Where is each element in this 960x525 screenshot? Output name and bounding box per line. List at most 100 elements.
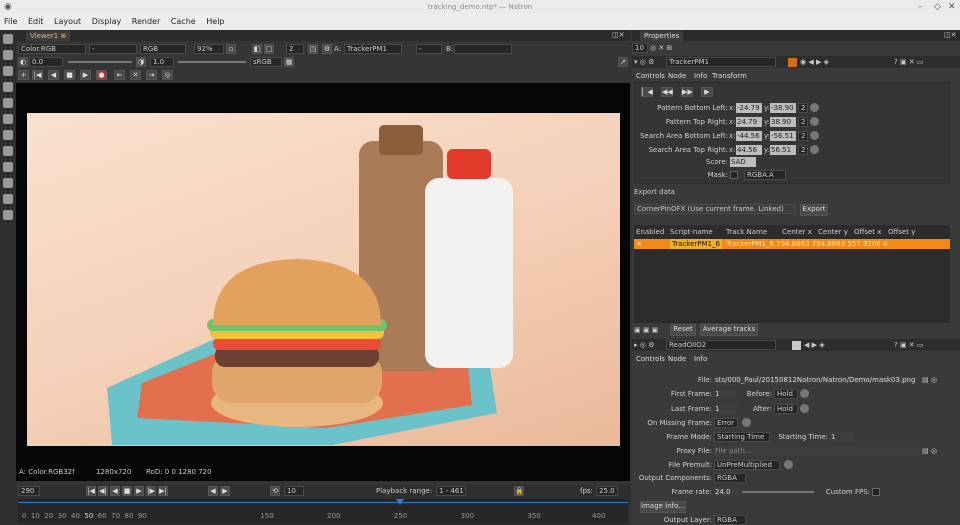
node-toggle-icons[interactable]: ▾ ◎ ⚙ xyxy=(634,57,654,67)
pattern-tr-anim-icon[interactable] xyxy=(810,117,819,126)
menu-file[interactable]: File xyxy=(0,14,21,30)
tab-read-controls[interactable]: Controls xyxy=(634,354,667,365)
tab-tracker-transform[interactable]: Transform xyxy=(710,71,749,82)
gamma-field[interactable]: 1.0 xyxy=(150,57,174,67)
tab-tracker-info[interactable]: Info xyxy=(692,71,710,82)
score-select[interactable]: SAD xyxy=(730,157,756,167)
minimize-icon[interactable]: – xyxy=(918,0,923,14)
plugin-tool-icon[interactable] xyxy=(3,210,13,220)
premult-anim-icon[interactable] xyxy=(784,460,793,469)
zoom-select[interactable]: 92% xyxy=(194,44,224,54)
tab-properties[interactable]: Properties xyxy=(640,31,684,41)
pattern-bl-dim[interactable]: 2 xyxy=(798,103,808,113)
first-frame-icon[interactable]: |◀ xyxy=(86,486,96,496)
starting-time-field[interactable]: 1 xyxy=(830,432,854,442)
after-anim-icon[interactable] xyxy=(800,404,809,413)
menu-edit[interactable]: Edit xyxy=(24,14,48,30)
time-tool-icon[interactable] xyxy=(3,66,13,76)
clear-forward-icon[interactable]: ⇥ xyxy=(146,70,157,80)
gamma-slider[interactable] xyxy=(178,61,246,63)
pane-close-icon[interactable]: ◫✕ xyxy=(612,30,624,40)
composite-select[interactable]: - xyxy=(416,44,442,54)
frame-step-field[interactable]: 10 xyxy=(284,486,304,496)
frame-rate-field[interactable]: 24.0 xyxy=(714,487,738,497)
frame-mode-select[interactable]: Starting Time xyxy=(714,432,770,442)
search-tr-anim-icon[interactable] xyxy=(810,145,819,154)
views-tool-icon[interactable] xyxy=(3,178,13,188)
table-edit-icons[interactable]: ▣ ▣ ▣ xyxy=(634,325,658,335)
max-panels-field[interactable]: 10 xyxy=(632,43,648,53)
search-tr-x[interactable]: 44.56 xyxy=(736,145,762,155)
pattern-tr-y[interactable]: 38.90 xyxy=(770,117,796,127)
search-bl-anim-icon[interactable] xyxy=(810,131,819,140)
pattern-tr-x[interactable]: 24.79 xyxy=(736,117,762,127)
search-bl-dim[interactable]: 2 xyxy=(798,131,808,141)
properties-pane-close-icon[interactable]: ◫✕ xyxy=(944,30,956,40)
image-tool-icon[interactable] xyxy=(3,34,13,44)
clear-all-icon[interactable]: ✕ xyxy=(130,70,141,80)
menu-layout[interactable]: Layout xyxy=(50,14,85,30)
pattern-tr-dim[interactable]: 2 xyxy=(798,117,808,127)
prev-key-icon[interactable]: ◀| xyxy=(98,486,108,496)
gain-slider[interactable] xyxy=(68,61,132,63)
menu-render[interactable]: Render xyxy=(128,14,164,30)
proxy-browse-icons[interactable]: ▤ ◎ xyxy=(922,446,937,456)
before-select[interactable]: Hold xyxy=(774,389,798,399)
track-prev-icon[interactable]: ▏◀ xyxy=(641,87,653,97)
read-node-name[interactable]: ReadOIIO2 xyxy=(666,340,776,350)
search-bl-x[interactable]: -44.56 xyxy=(736,131,762,141)
missing-frame-anim-icon[interactable] xyxy=(742,418,751,427)
file-path-field[interactable]: sts/000_Paul/20150812Natron/Natron/Demo/… xyxy=(714,375,920,385)
loop-icon[interactable]: ⟲ xyxy=(270,486,280,496)
search-bl-y[interactable]: -56.51 xyxy=(770,131,796,141)
input-b-select[interactable] xyxy=(454,44,512,54)
next-key-icon[interactable]: |▶ xyxy=(146,486,156,496)
first-frame-field[interactable]: 1 xyxy=(714,389,738,399)
track-backward-icon[interactable]: ◀ xyxy=(48,70,59,80)
paint-tool-icon[interactable] xyxy=(3,50,13,60)
keyer-tool-icon[interactable] xyxy=(3,130,13,140)
help-icons[interactable]: ? ▣ ✕ ▭ xyxy=(894,57,923,67)
viewer-canvas[interactable]: A: Color.RGB32f 1280x720 RoD: 0 0 1280 7… xyxy=(16,83,630,481)
undo-redo-icons[interactable]: ◉ ◀ ▶ ◈ xyxy=(800,57,829,67)
tab-viewer1[interactable]: Viewer1 ⊗ xyxy=(26,31,71,41)
pattern-bl-anim-icon[interactable] xyxy=(810,103,819,112)
tab-read-node[interactable]: Node xyxy=(666,354,689,365)
merge-tool-icon[interactable] xyxy=(3,146,13,156)
before-anim-icon[interactable] xyxy=(800,389,809,398)
average-tracks-button[interactable]: Average tracks xyxy=(700,324,758,336)
file-premult-select[interactable]: UnPreMultiplied xyxy=(714,460,780,470)
viewer-settings-icon[interactable]: ↗ xyxy=(618,57,628,67)
playback-range-field[interactable]: 1 - 461 xyxy=(436,486,466,496)
menu-help[interactable]: Help xyxy=(202,14,228,30)
after-select[interactable]: Hold xyxy=(774,404,798,414)
export-mode-select[interactable]: CornerPinOFX (Use current frame. Linked) xyxy=(634,204,796,214)
clip-icon[interactable]: ◧ xyxy=(252,44,262,54)
play-backward-icon[interactable]: ◀ xyxy=(110,486,120,496)
next-increment-icon[interactable]: ▶ xyxy=(220,486,230,496)
col-script-name[interactable]: Script-name xyxy=(670,227,713,237)
fps-field[interactable]: 25.0 xyxy=(596,486,618,496)
custom-fps-checkbox[interactable] xyxy=(872,488,880,496)
menu-display[interactable]: Display xyxy=(88,14,126,30)
last-frame-icon[interactable]: ▶| xyxy=(158,486,168,496)
clear-backward-icon[interactable]: ⇤ xyxy=(114,70,125,80)
alpha-layer-select[interactable]: - xyxy=(89,44,137,54)
track-prev-key-icon[interactable]: |◀ xyxy=(32,70,43,80)
prev-increment-icon[interactable]: ◀ xyxy=(208,486,218,496)
search-tr-y[interactable]: 56.51 xyxy=(770,145,796,155)
col-offset-x[interactable]: Offset x xyxy=(854,227,881,237)
mask-checkbox[interactable] xyxy=(730,171,738,179)
output-layer-select[interactable]: RGBA xyxy=(714,515,746,525)
channels-select[interactable]: RGB xyxy=(140,44,186,54)
help-icons[interactable]: ? ▣ ✕ ▭ xyxy=(894,340,923,350)
add-track-icon[interactable]: + xyxy=(18,70,29,80)
node-color-swatch[interactable] xyxy=(792,341,801,350)
playhead-marker[interactable] xyxy=(396,499,404,505)
reset-button[interactable]: Reset xyxy=(670,324,696,336)
maximize-icon[interactable]: ◇ xyxy=(934,0,941,14)
lock-range-icon[interactable]: 🔒 xyxy=(514,486,524,496)
sync-icon[interactable]: ▫ xyxy=(226,44,236,54)
gain-field[interactable]: 0.0 xyxy=(29,57,63,67)
tab-tracker-node[interactable]: Node xyxy=(666,71,689,82)
